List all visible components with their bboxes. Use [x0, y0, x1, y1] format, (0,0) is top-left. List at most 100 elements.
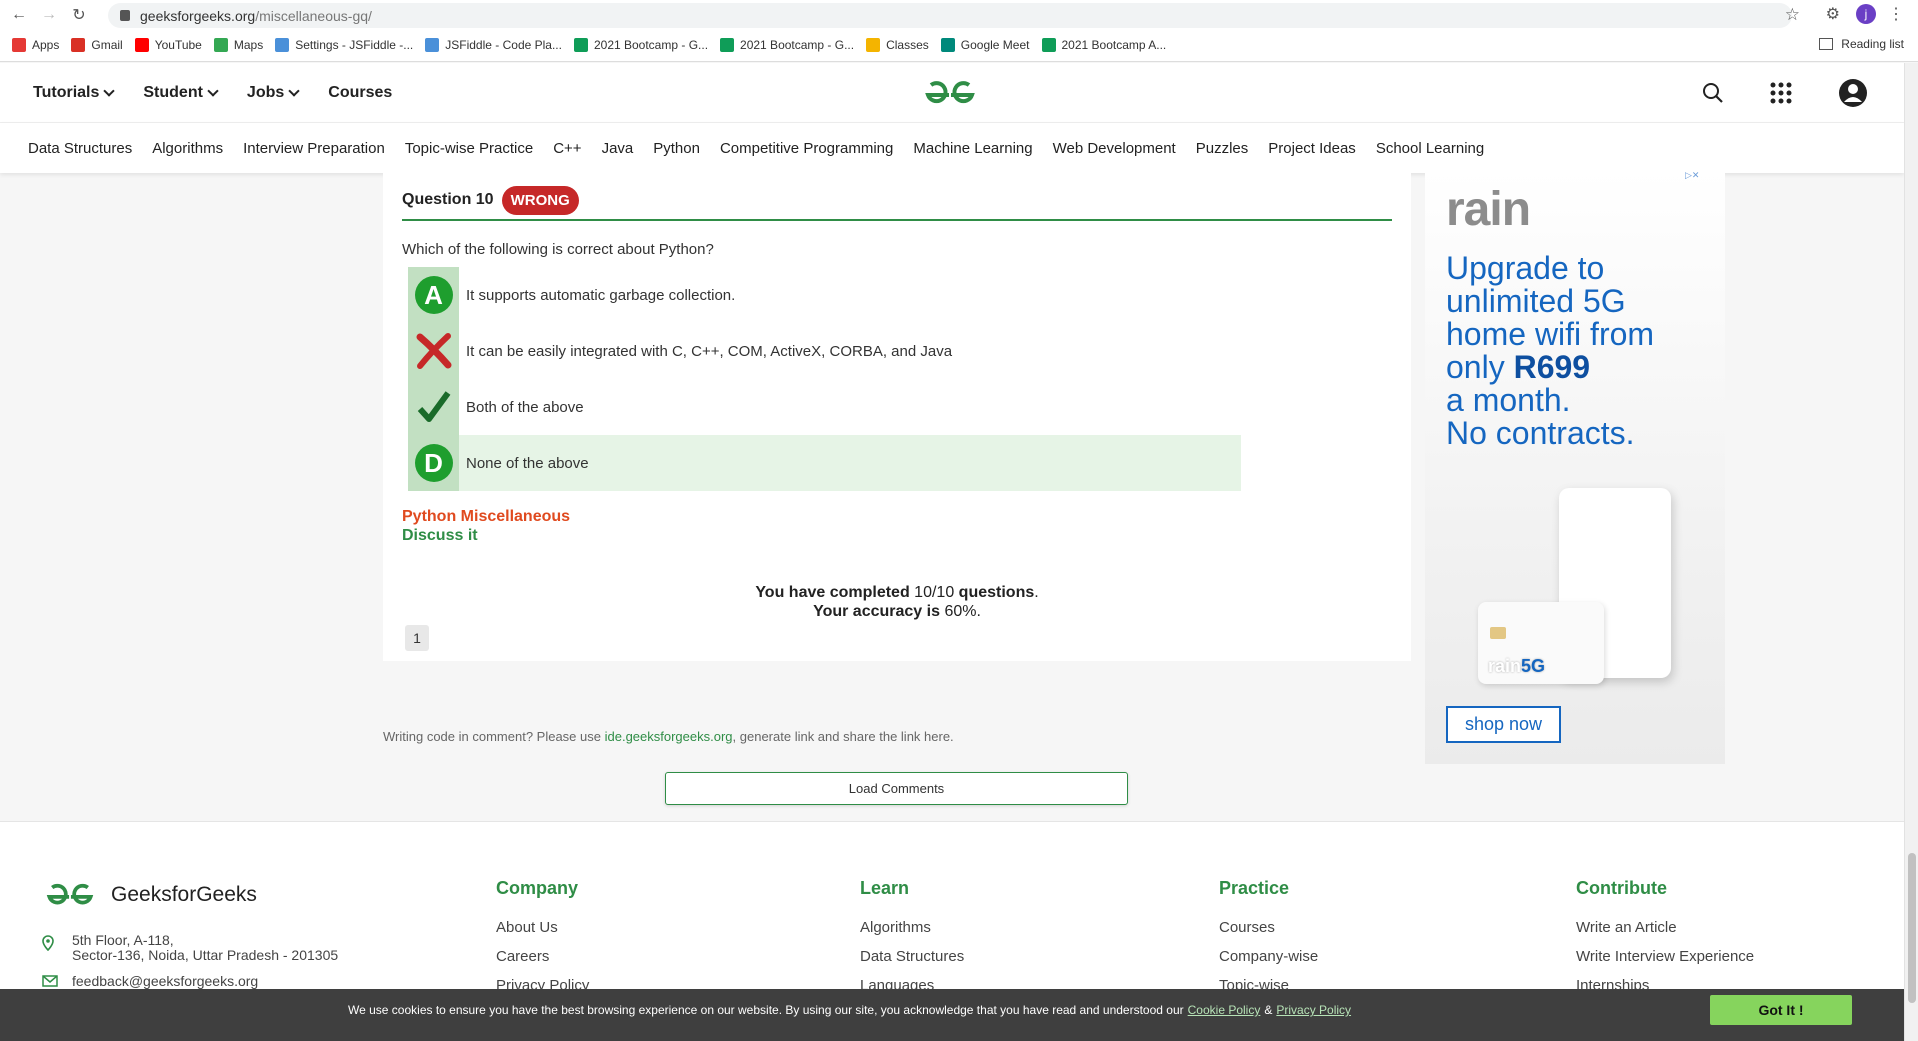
- email-address: feedback@geeksforgeeks.org: [72, 973, 259, 989]
- lock-icon: [120, 10, 130, 21]
- bookmark-item[interactable]: JSFiddle - Code Pla...: [425, 38, 562, 52]
- ad-choices-icon[interactable]: ▷✕: [1685, 170, 1711, 180]
- bookmark-item[interactable]: 2021 Bootcamp - G...: [720, 38, 854, 52]
- shop-now-button[interactable]: shop now: [1446, 706, 1561, 743]
- option-d[interactable]: D None of the above: [408, 435, 1241, 491]
- footer-logo[interactable]: GeeksforGeeks: [41, 880, 257, 910]
- sub-nav-item[interactable]: C++: [553, 140, 581, 157]
- option-a-letter: A: [414, 276, 453, 314]
- bookmark-item[interactable]: Google Meet: [940, 38, 1030, 52]
- extensions-puzzle-icon[interactable]: ⚙: [1826, 4, 1840, 24]
- option-c[interactable]: Both of the above: [408, 379, 1241, 435]
- footer-link[interactable]: Write an Article: [1576, 919, 1754, 936]
- got-it-button[interactable]: Got It !: [1710, 995, 1852, 1025]
- ide-link[interactable]: ide.geeksforgeeks.org: [605, 729, 733, 744]
- sub-nav-item[interactable]: Data Structures: [28, 140, 132, 157]
- footer-brand: GeeksforGeeks: [111, 883, 257, 906]
- sub-nav: Data Structures Algorithms Interview Prepa…: [0, 123, 1904, 173]
- footer-link[interactable]: Write Interview Experience: [1576, 948, 1754, 965]
- main-nav-item[interactable]: Courses: [328, 84, 392, 102]
- cookie-policy-link[interactable]: Cookie Policy: [1188, 1003, 1261, 1017]
- sub-nav-item[interactable]: Python: [653, 140, 700, 157]
- main-nav-label: Student: [143, 84, 203, 101]
- bookmark-item[interactable]: Maps: [213, 38, 263, 52]
- forward-arrow-icon[interactable]: →: [38, 4, 60, 26]
- sim-card-brand-text: rain: [1488, 656, 1522, 676]
- reading-list-label: Reading list: [1841, 37, 1904, 51]
- scrollbar-thumb[interactable]: [1908, 853, 1916, 1003]
- footer-link[interactable]: Data Structures: [860, 948, 964, 965]
- main-nav-item[interactable]: Student: [143, 84, 219, 102]
- page-scrollbar[interactable]: [1904, 63, 1918, 1041]
- comment-note-text-2: , generate link and share the link here.: [732, 729, 954, 744]
- footer-email[interactable]: feedback@geeksforgeeks.org: [42, 973, 258, 989]
- option-c-label: Both of the above: [466, 398, 584, 416]
- address-bar[interactable]: geeksforgeeks.org/miscellaneous-gq/: [108, 3, 1792, 28]
- location-pin-icon: [42, 935, 54, 951]
- footer-link[interactable]: About Us: [496, 919, 589, 936]
- main-nav-item[interactable]: Tutorials: [33, 84, 116, 102]
- bookmark-favicon-icon: [940, 38, 955, 52]
- question-text: Which of the following is correct about …: [402, 241, 714, 258]
- bookmark-item[interactable]: Classes: [866, 38, 929, 52]
- address-line-2: Sector-136, Noida, Uttar Pradesh - 20130…: [72, 947, 339, 963]
- sub-nav-item[interactable]: Puzzles: [1196, 140, 1249, 157]
- reading-list[interactable]: Reading list: [1819, 37, 1904, 51]
- option-b[interactable]: It can be easily integrated with C, C++,…: [408, 323, 1241, 379]
- bookmark-item[interactable]: YouTube: [134, 38, 202, 52]
- cookie-banner: We use cookies to ensure you have the be…: [0, 989, 1904, 1041]
- bookmark-favicon-icon: [425, 38, 440, 52]
- footer-link[interactable]: Careers: [496, 948, 589, 965]
- wrong-cross-icon: [416, 333, 451, 369]
- apps-grid-icon[interactable]: [1770, 82, 1792, 104]
- sub-nav-item[interactable]: Machine Learning: [913, 140, 1032, 157]
- advertisement[interactable]: ▷✕ rain Upgrade to unlimited 5G home wif…: [1425, 170, 1725, 764]
- footer-col-title: Company: [496, 878, 579, 898]
- topic-tag-link[interactable]: Python Miscellaneous: [402, 507, 570, 526]
- sub-nav-item[interactable]: Project Ideas: [1268, 140, 1356, 157]
- sub-nav-item[interactable]: Topic-wise Practice: [405, 140, 533, 157]
- sub-nav-item[interactable]: Competitive Programming: [720, 140, 893, 157]
- main-nav-item[interactable]: Jobs: [246, 84, 300, 102]
- bookmark-item[interactable]: Gmail: [71, 38, 123, 52]
- gfg-logo-icon[interactable]: [922, 77, 978, 109]
- correct-check-icon: [417, 391, 450, 422]
- bookmark-label: 2021 Bootcamp - G...: [593, 38, 709, 52]
- bookmark-label: Google Meet: [960, 38, 1030, 52]
- option-a[interactable]: A It supports automatic garbage collecti…: [408, 267, 1241, 323]
- bookmark-star-icon[interactable]: ☆: [1785, 5, 1800, 25]
- sub-nav-item[interactable]: Interview Preparation: [243, 140, 385, 157]
- back-arrow-icon[interactable]: ←: [8, 4, 30, 26]
- option-b-marker: [408, 323, 459, 379]
- bookmark-item[interactable]: 2021 Bootcamp A...: [1041, 38, 1166, 52]
- footer-col-company: Company About Us Careers Privacy Policy: [496, 878, 589, 1006]
- footer-link[interactable]: Courses: [1219, 919, 1318, 936]
- main-nav: Tutorials Student Jobs Courses: [33, 63, 392, 123]
- profile-avatar[interactable]: j: [1856, 4, 1876, 24]
- ad-brand: rain: [1446, 183, 1531, 236]
- load-comments-button[interactable]: Load Comments: [665, 772, 1128, 805]
- reload-icon[interactable]: ↻: [68, 4, 90, 26]
- footer-link[interactable]: Company-wise: [1219, 948, 1318, 965]
- main-nav-label: Jobs: [246, 84, 285, 101]
- sub-nav-item[interactable]: Algorithms: [152, 140, 223, 157]
- bookmark-label: JSFiddle - Code Pla...: [445, 38, 562, 52]
- footer-address: 5th Floor, A-118, Sector-136, Noida, Utta…: [42, 933, 338, 963]
- reading-list-icon: [1819, 38, 1834, 50]
- bookmark-item[interactable]: Apps: [12, 38, 59, 52]
- footer-link[interactable]: Algorithms: [860, 919, 964, 936]
- pagination-page-button[interactable]: 1: [405, 625, 429, 651]
- discuss-link[interactable]: Discuss it: [402, 526, 570, 545]
- bookmark-favicon-icon: [71, 38, 86, 52]
- browser-menu-icon[interactable]: ⋮: [1888, 4, 1904, 24]
- user-account-icon[interactable]: [1838, 78, 1868, 108]
- comment-note-text: Writing code in comment? Please use: [383, 729, 601, 744]
- search-icon[interactable]: [1702, 82, 1724, 104]
- privacy-policy-link[interactable]: Privacy Policy: [1276, 1003, 1351, 1017]
- sub-nav-item[interactable]: Java: [602, 140, 634, 157]
- bookmark-item[interactable]: 2021 Bootcamp - G...: [573, 38, 709, 52]
- bookmark-item[interactable]: Settings - JSFiddle -...: [275, 38, 413, 52]
- sub-nav-item[interactable]: Web Development: [1053, 140, 1176, 157]
- sub-nav-item[interactable]: School Learning: [1376, 140, 1484, 157]
- option-d-marker: D: [408, 435, 459, 491]
